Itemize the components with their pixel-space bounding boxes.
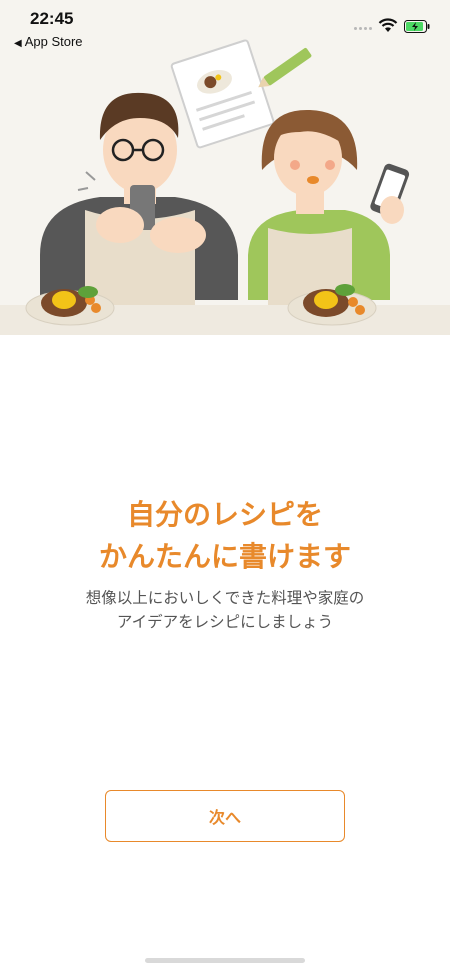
subtitle-line-2: アイデアをレシピにしましょう bbox=[116, 613, 334, 631]
onboarding-subtitle: 想像以上においしくできた料理や家庭の アイデアをレシピにしましょう bbox=[0, 586, 450, 634]
battery-charging-icon bbox=[404, 20, 430, 33]
onboarding-title: 自分のレシピを かんたんに書けます bbox=[0, 494, 450, 578]
title-line-1: 自分のレシピを bbox=[126, 498, 323, 531]
next-button[interactable]: 次へ bbox=[105, 790, 345, 842]
status-bar: 22:45 ◀ App Store bbox=[0, 0, 450, 52]
back-label: App Store bbox=[24, 34, 83, 49]
wifi-icon bbox=[378, 18, 398, 32]
subtitle-line-1: 想像以上においしくできた料理や家庭の bbox=[85, 589, 365, 607]
cellular-signal-icon bbox=[354, 27, 376, 33]
title-line-2: かんたんに書けます bbox=[98, 540, 351, 573]
home-indicator[interactable] bbox=[145, 958, 305, 963]
back-to-app-store-link[interactable]: ◀ App Store bbox=[14, 34, 83, 49]
status-time: 22:45 bbox=[30, 9, 74, 28]
back-arrow-icon: ◀ bbox=[14, 38, 22, 49]
